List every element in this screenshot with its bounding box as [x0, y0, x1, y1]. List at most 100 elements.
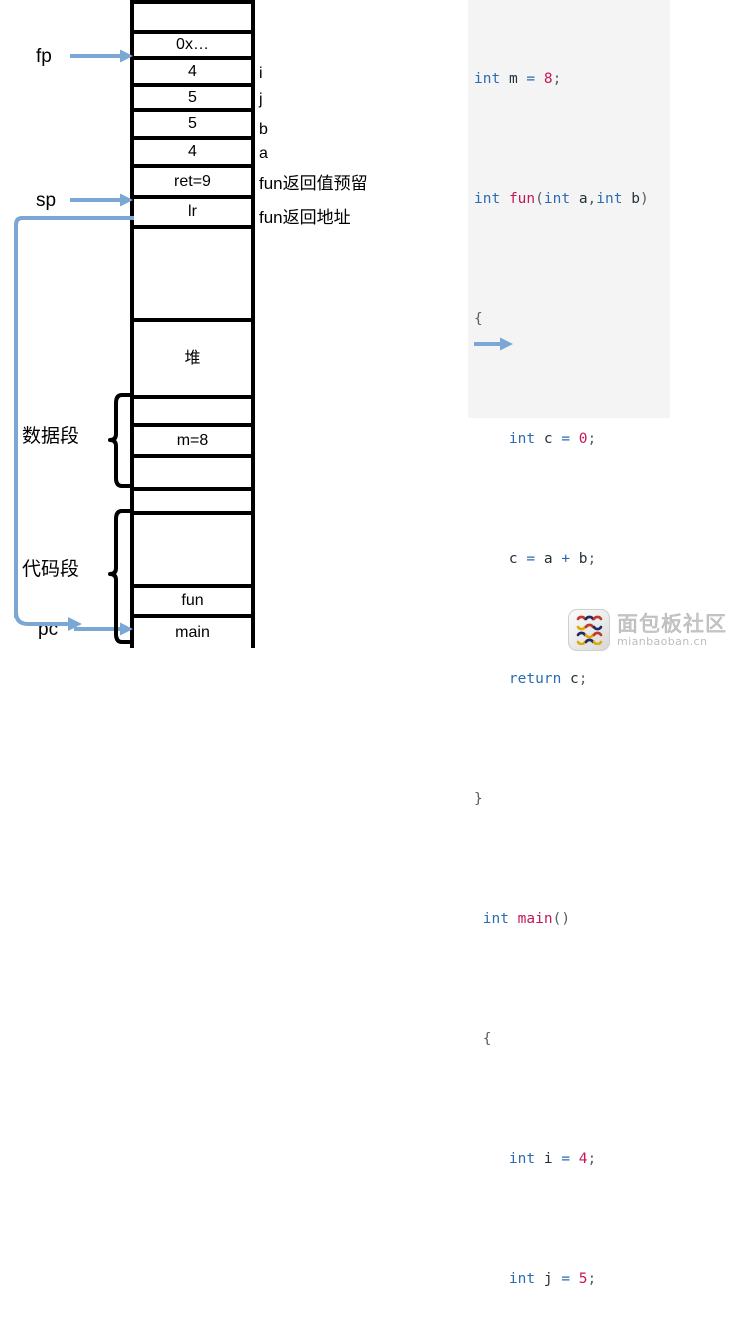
stack-cell-value: m=8 — [176, 431, 209, 449]
token-punct: ) — [639, 191, 649, 207]
stack-cell-value: 5 — [188, 115, 197, 132]
token-punct: ; — [587, 551, 597, 567]
token-number: 5 — [578, 1271, 588, 1287]
stack-cell-value: 4 — [188, 62, 197, 80]
code-line: { — [474, 1024, 670, 1054]
token-keyword: int — [508, 431, 536, 447]
stack-cell-empty-top — [134, 4, 251, 34]
code-line: int fun(int a,int b) — [474, 184, 670, 214]
token-keyword: int — [474, 191, 501, 207]
token-identifier: i — [543, 1151, 553, 1167]
token-identifier: a — [578, 191, 588, 207]
token-punct: { — [474, 311, 483, 327]
stack-cell-lr: lr — [134, 199, 251, 229]
token-operator: = — [526, 551, 536, 567]
stack-cell-value: ret=9 — [174, 172, 211, 190]
watermark-en-text: mianbaoban.cn — [617, 634, 708, 648]
token-operator: + — [561, 551, 571, 567]
token-punct: ; — [587, 1271, 597, 1287]
token-punct: ( — [535, 191, 544, 207]
token-punct: ; — [587, 1151, 597, 1167]
stack-cell-value: main — [175, 624, 210, 641]
breadboard-logo-glyph — [576, 615, 603, 645]
side-label-text: fun返回值预留 — [259, 174, 368, 193]
side-label-text: fun返回地址 — [259, 208, 351, 227]
token-operator: = — [561, 1151, 571, 1167]
stack-memory-column: 0x… 4 5 5 4 ret=9 lr 堆 m=8 fun main — [130, 0, 255, 648]
token-keyword: int — [482, 911, 509, 927]
watermark-logo-icon — [568, 609, 610, 651]
pointer-label-fp: fp — [36, 47, 52, 66]
stack-cell-j: 5 — [134, 87, 251, 112]
side-label-j: j — [259, 92, 263, 108]
token-keyword: int — [508, 1271, 536, 1287]
fp-arrow-icon — [70, 49, 133, 63]
code-line: c = a + b; — [474, 544, 670, 574]
stack-cell-value: fun — [181, 592, 204, 609]
token-keyword: int — [508, 1151, 536, 1167]
token-operator: = — [561, 431, 571, 447]
token-operator: = — [526, 71, 536, 87]
token-identifier: j — [543, 1271, 553, 1287]
token-punct: () — [552, 911, 571, 927]
code-line: return c; — [474, 664, 670, 694]
segment-label-text: 数据段 — [22, 426, 80, 447]
pointer-label-sp: sp — [36, 191, 56, 210]
side-label-text: i — [259, 65, 263, 82]
side-label-text: a — [259, 145, 268, 162]
code-listing-panel: int m = 8; int fun(int a,int b) { int c … — [468, 0, 670, 1287]
code-line: int main() — [474, 904, 670, 934]
token-identifier: m — [508, 71, 518, 87]
token-number: 8 — [543, 71, 553, 87]
code-line: } — [474, 784, 670, 814]
token-number: 4 — [578, 1151, 588, 1167]
stack-cell-saved-fp: 0x… — [134, 34, 251, 60]
side-label-a: a — [259, 146, 268, 162]
token-identifier: c — [508, 551, 518, 567]
segment-label-text: 代码段 — [22, 559, 80, 580]
stack-cell-value: 4 — [188, 143, 197, 160]
watermark-cn-text: 面包板社区 — [617, 611, 727, 636]
code-line: { — [474, 304, 670, 334]
stack-cell-gap — [134, 491, 251, 515]
token-identifier: c — [543, 431, 553, 447]
stack-cell-heap: 堆 — [134, 322, 251, 399]
code-segment-brace — [108, 509, 134, 644]
site-watermark: 面包板社区 mianbaoban.cn — [568, 608, 746, 652]
stack-cell-i: 4 — [134, 60, 251, 87]
watermark-text: 面包板社区 mianbaoban.cn — [617, 611, 727, 648]
token-punct: } — [474, 791, 483, 807]
token-function: main — [517, 911, 553, 927]
token-identifier: c — [570, 671, 579, 687]
pointer-label-text: sp — [36, 190, 57, 211]
token-punct: ; — [578, 671, 588, 687]
token-punct: ; — [552, 71, 562, 87]
stack-cell-b: 5 — [134, 112, 251, 140]
side-label-text: b — [259, 121, 268, 138]
stack-cell-main: main — [134, 618, 251, 648]
stack-cell-value: lr — [188, 203, 197, 220]
code-line: int m = 8; — [474, 64, 670, 94]
token-punct: ; — [587, 431, 597, 447]
token-number: 0 — [578, 431, 588, 447]
token-punct: , — [587, 191, 597, 207]
side-label-text: j — [259, 91, 263, 108]
stack-cell-ret: ret=9 — [134, 168, 251, 199]
stack-cell-a: 4 — [134, 140, 251, 168]
stack-cell-fun: fun — [134, 588, 251, 618]
side-label-fun-return-value: fun返回值预留 — [259, 175, 368, 192]
pointer-label-text: fp — [36, 46, 52, 67]
token-identifier: a — [543, 551, 553, 567]
stack-cell-data-bottom — [134, 458, 251, 491]
data-segment-label: 数据段 — [22, 427, 79, 446]
code-line: int j = 5; — [474, 1264, 670, 1294]
side-label-b: b — [259, 122, 268, 138]
token-keyword: return — [508, 671, 562, 687]
side-label-fun-return-address: fun返回地址 — [259, 209, 351, 226]
code-line: int i = 4; — [474, 1144, 670, 1174]
stack-cell-free-stack — [134, 229, 251, 322]
stack-cell-value: 5 — [188, 88, 197, 106]
stack-cell-global-m: m=8 — [134, 427, 251, 458]
stack-cell-data-top — [134, 399, 251, 427]
token-identifier: b — [578, 551, 588, 567]
